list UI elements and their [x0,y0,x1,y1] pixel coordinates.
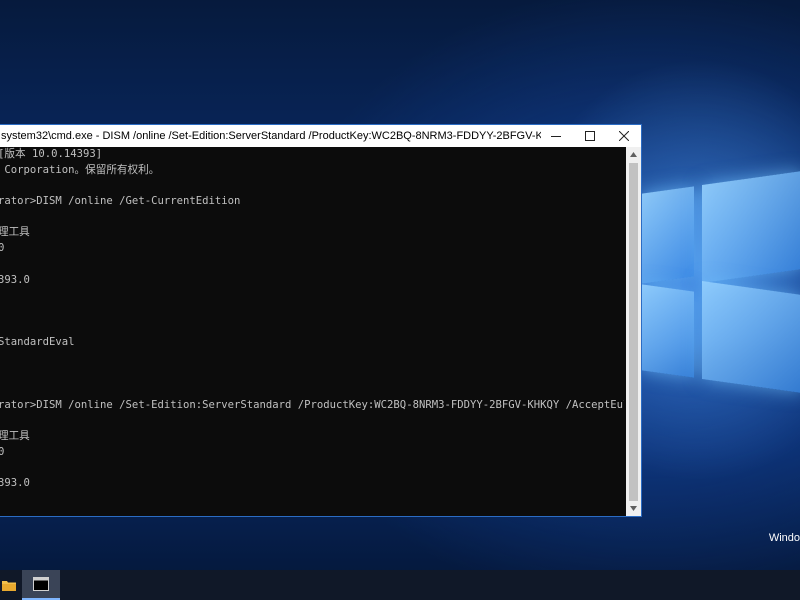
logo-pane [642,186,694,284]
scroll-thumb[interactable] [629,163,638,501]
cmd-window[interactable]: system32\cmd.exe - DISM /online /Set-Edi… [0,124,642,517]
taskbar [0,570,800,600]
minimize-icon [551,136,561,137]
console-output[interactable]: [版本 10.0.14393] Corporation。保留所有权利。 rator… [0,147,624,516]
close-icon [619,131,629,141]
chevron-down-icon [630,506,637,511]
logo-pane [702,170,800,284]
windows-watermark: Windo [768,532,800,544]
logo-pane [702,280,800,394]
vertical-scrollbar[interactable] [626,147,641,516]
console-line: [版本 10.0.14393] [0,148,103,160]
window-title: system32\cmd.exe - DISM /online /Set-Edi… [1,130,541,142]
console-line: rator>DISM /online /Get-CurrentEdition [0,195,241,208]
console-line: 理工具 [0,226,30,239]
console-line: 0 [0,242,5,255]
console-line: 0 [0,446,5,459]
maximize-button[interactable] [573,125,607,147]
scroll-up-button[interactable] [626,147,641,162]
minimize-button[interactable] [539,125,573,147]
title-bar[interactable]: system32\cmd.exe - DISM /online /Set-Edi… [0,125,641,147]
console-line: 393.0 [0,477,30,490]
console-line: 理工具 [0,430,30,443]
console-line: rator>DISM /online /Set-Edition:ServerSt… [0,399,624,411]
taskbar-file-explorer[interactable] [0,570,18,600]
close-button[interactable] [607,125,641,147]
scroll-down-button[interactable] [626,501,641,516]
logo-pane [642,284,694,378]
console-line: StandardEval [0,336,75,349]
command-prompt-icon [33,577,49,591]
window-controls [539,125,641,147]
windows-logo-wallpaper [638,170,800,400]
folder-icon [2,581,16,591]
console-line: 393.0 [0,273,30,286]
maximize-icon [585,131,595,141]
chevron-up-icon [630,152,637,157]
taskbar-command-prompt[interactable] [22,570,60,600]
console-line: Corporation。保留所有权利。 [0,163,160,176]
